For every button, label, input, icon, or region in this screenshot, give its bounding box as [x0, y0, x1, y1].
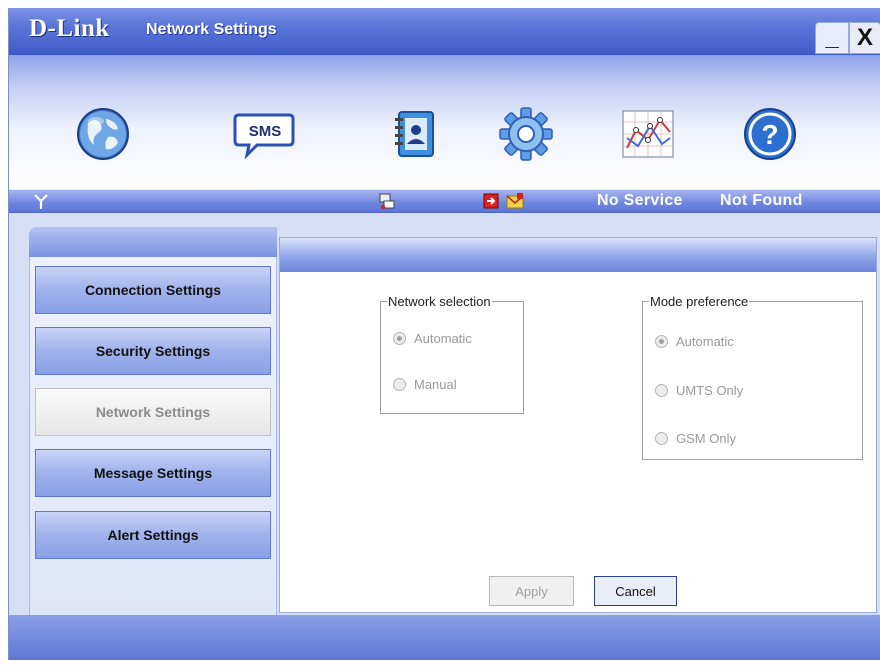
radio-unselected-icon [393, 378, 406, 391]
svg-text:?: ? [761, 119, 778, 150]
internet-globe-icon[interactable] [72, 103, 134, 165]
nav-alert-settings[interactable]: Alert Settings [35, 511, 271, 559]
mode-automatic-radio[interactable]: Automatic [655, 334, 734, 349]
nav-network-settings[interactable]: Network Settings [35, 388, 271, 436]
body-area: Connection Settings Security Settings Ne… [9, 213, 880, 660]
settings-gear-icon[interactable] [495, 103, 557, 165]
signal-antenna-icon [34, 194, 48, 209]
content-panel: Network selection Automatic Manual Mode … [279, 237, 877, 613]
network-selection-group: Network selection Automatic Manual [380, 294, 524, 414]
statistics-chart-icon[interactable] [617, 103, 679, 165]
network-selection-legend: Network selection [388, 294, 491, 309]
radio-selected-icon [393, 332, 406, 345]
cancel-button[interactable]: Cancel [594, 576, 677, 606]
mode-umts-only-radio[interactable]: UMTS Only [655, 383, 743, 398]
radio-label: UMTS Only [676, 383, 744, 398]
close-button[interactable]: X [849, 22, 880, 54]
radio-unselected-icon [655, 432, 668, 445]
radio-selected-icon [655, 335, 668, 348]
radio-label: Manual [414, 377, 457, 392]
radio-label: Automatic [414, 331, 472, 346]
sms-icon-label: SMS [248, 123, 282, 140]
network-connection-icon [379, 193, 395, 210]
nav-message-settings[interactable]: Message Settings [35, 449, 271, 497]
sim-card-icon [483, 193, 499, 209]
nav-connection-settings[interactable]: Connection Settings [35, 266, 271, 314]
left-nav-header [29, 227, 277, 257]
minimize-button[interactable]: _ [815, 22, 849, 54]
apply-button[interactable]: Apply [489, 576, 574, 606]
app-window: D-Link Network Settings _ X SMS ? No Ser… [8, 8, 880, 660]
content-header [280, 238, 876, 272]
network-automatic-radio[interactable]: Automatic [393, 331, 472, 346]
message-envelope-icon [506, 193, 524, 209]
toolbar: SMS ? [9, 55, 880, 189]
help-icon[interactable]: ? [739, 103, 801, 165]
mode-preference-group: Mode preference Automatic UMTS Only GSM … [642, 294, 863, 460]
radio-unselected-icon [655, 384, 668, 397]
status-bar: No Service Not Found [9, 189, 880, 213]
sms-icon[interactable]: SMS [233, 103, 295, 165]
radio-label: GSM Only [676, 431, 736, 446]
mode-preference-legend: Mode preference [650, 294, 749, 309]
window-title: Network Settings [146, 21, 277, 38]
phonebook-icon[interactable] [383, 103, 445, 165]
mode-gsm-only-radio[interactable]: GSM Only [655, 431, 736, 446]
device-status-text: Not Found [720, 192, 803, 209]
title-bar: D-Link Network Settings _ X [9, 8, 880, 55]
bottom-strip [9, 615, 880, 660]
network-manual-radio[interactable]: Manual [393, 377, 457, 392]
radio-label: Automatic [676, 334, 734, 349]
brand-logo: D-Link [29, 15, 110, 42]
nav-security-settings[interactable]: Security Settings [35, 327, 271, 375]
service-status-text: No Service [597, 192, 683, 209]
